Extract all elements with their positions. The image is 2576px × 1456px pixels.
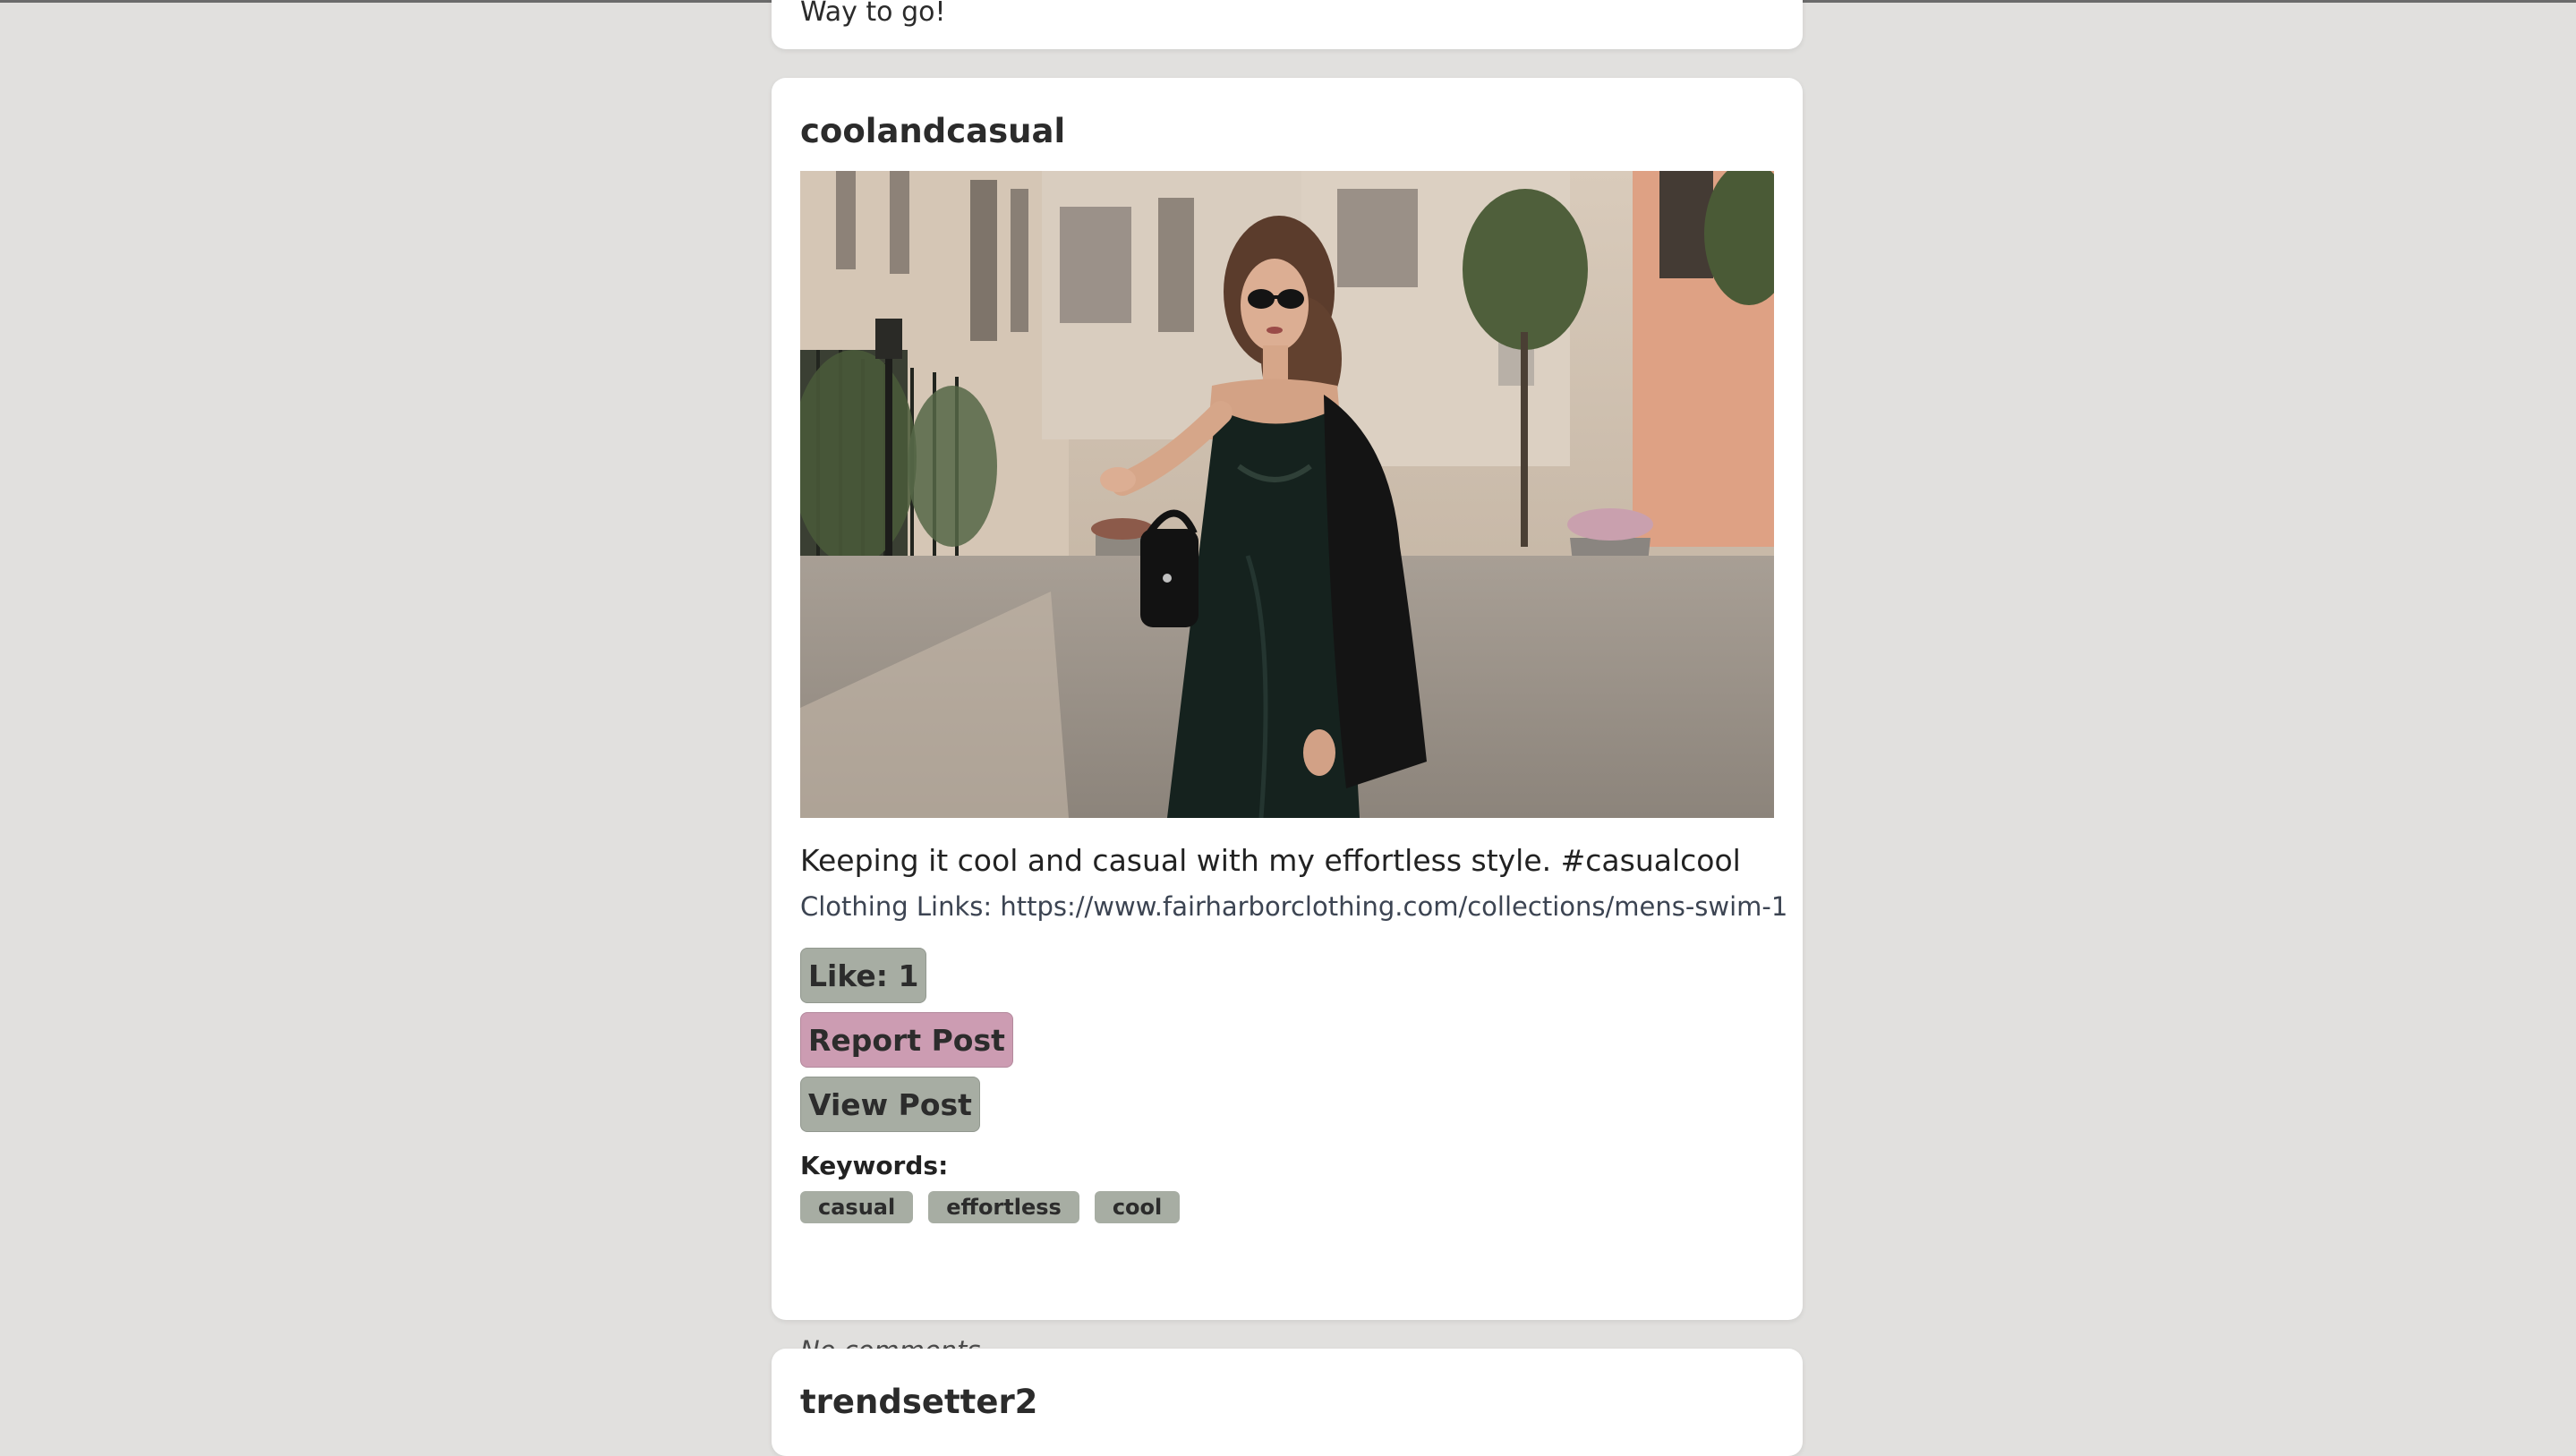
view-post-button[interactable]: View Post	[800, 1077, 980, 1132]
previous-post-card: Way to go!	[772, 0, 1803, 49]
post-image[interactable]	[800, 171, 1774, 818]
keywords-list: casual effortless cool	[800, 1191, 1181, 1223]
report-post-button[interactable]: Report Post	[800, 1012, 1013, 1068]
keyword-chip: casual	[800, 1191, 914, 1223]
keyword-chip: effortless	[928, 1191, 1079, 1223]
next-post-username[interactable]: trendsetter2	[800, 1383, 1037, 1422]
like-button[interactable]: Like: 1	[800, 948, 927, 1003]
post-username[interactable]: coolandcasual	[800, 112, 1065, 151]
post-caption: Keeping it cool and casual with my effor…	[800, 843, 1741, 878]
keywords-label: Keywords:	[800, 1151, 949, 1180]
previous-post-comment: Way to go!	[800, 0, 946, 28]
clothing-links[interactable]: Clothing Links: https://www.fairharborcl…	[800, 890, 1787, 923]
post-card: coolandcasual Keeping it cool and casual…	[772, 78, 1803, 1366]
next-post-card: trendsetter2	[772, 1349, 1803, 1456]
post-photo-illustration	[800, 171, 1774, 818]
keyword-chip: cool	[1094, 1191, 1181, 1223]
